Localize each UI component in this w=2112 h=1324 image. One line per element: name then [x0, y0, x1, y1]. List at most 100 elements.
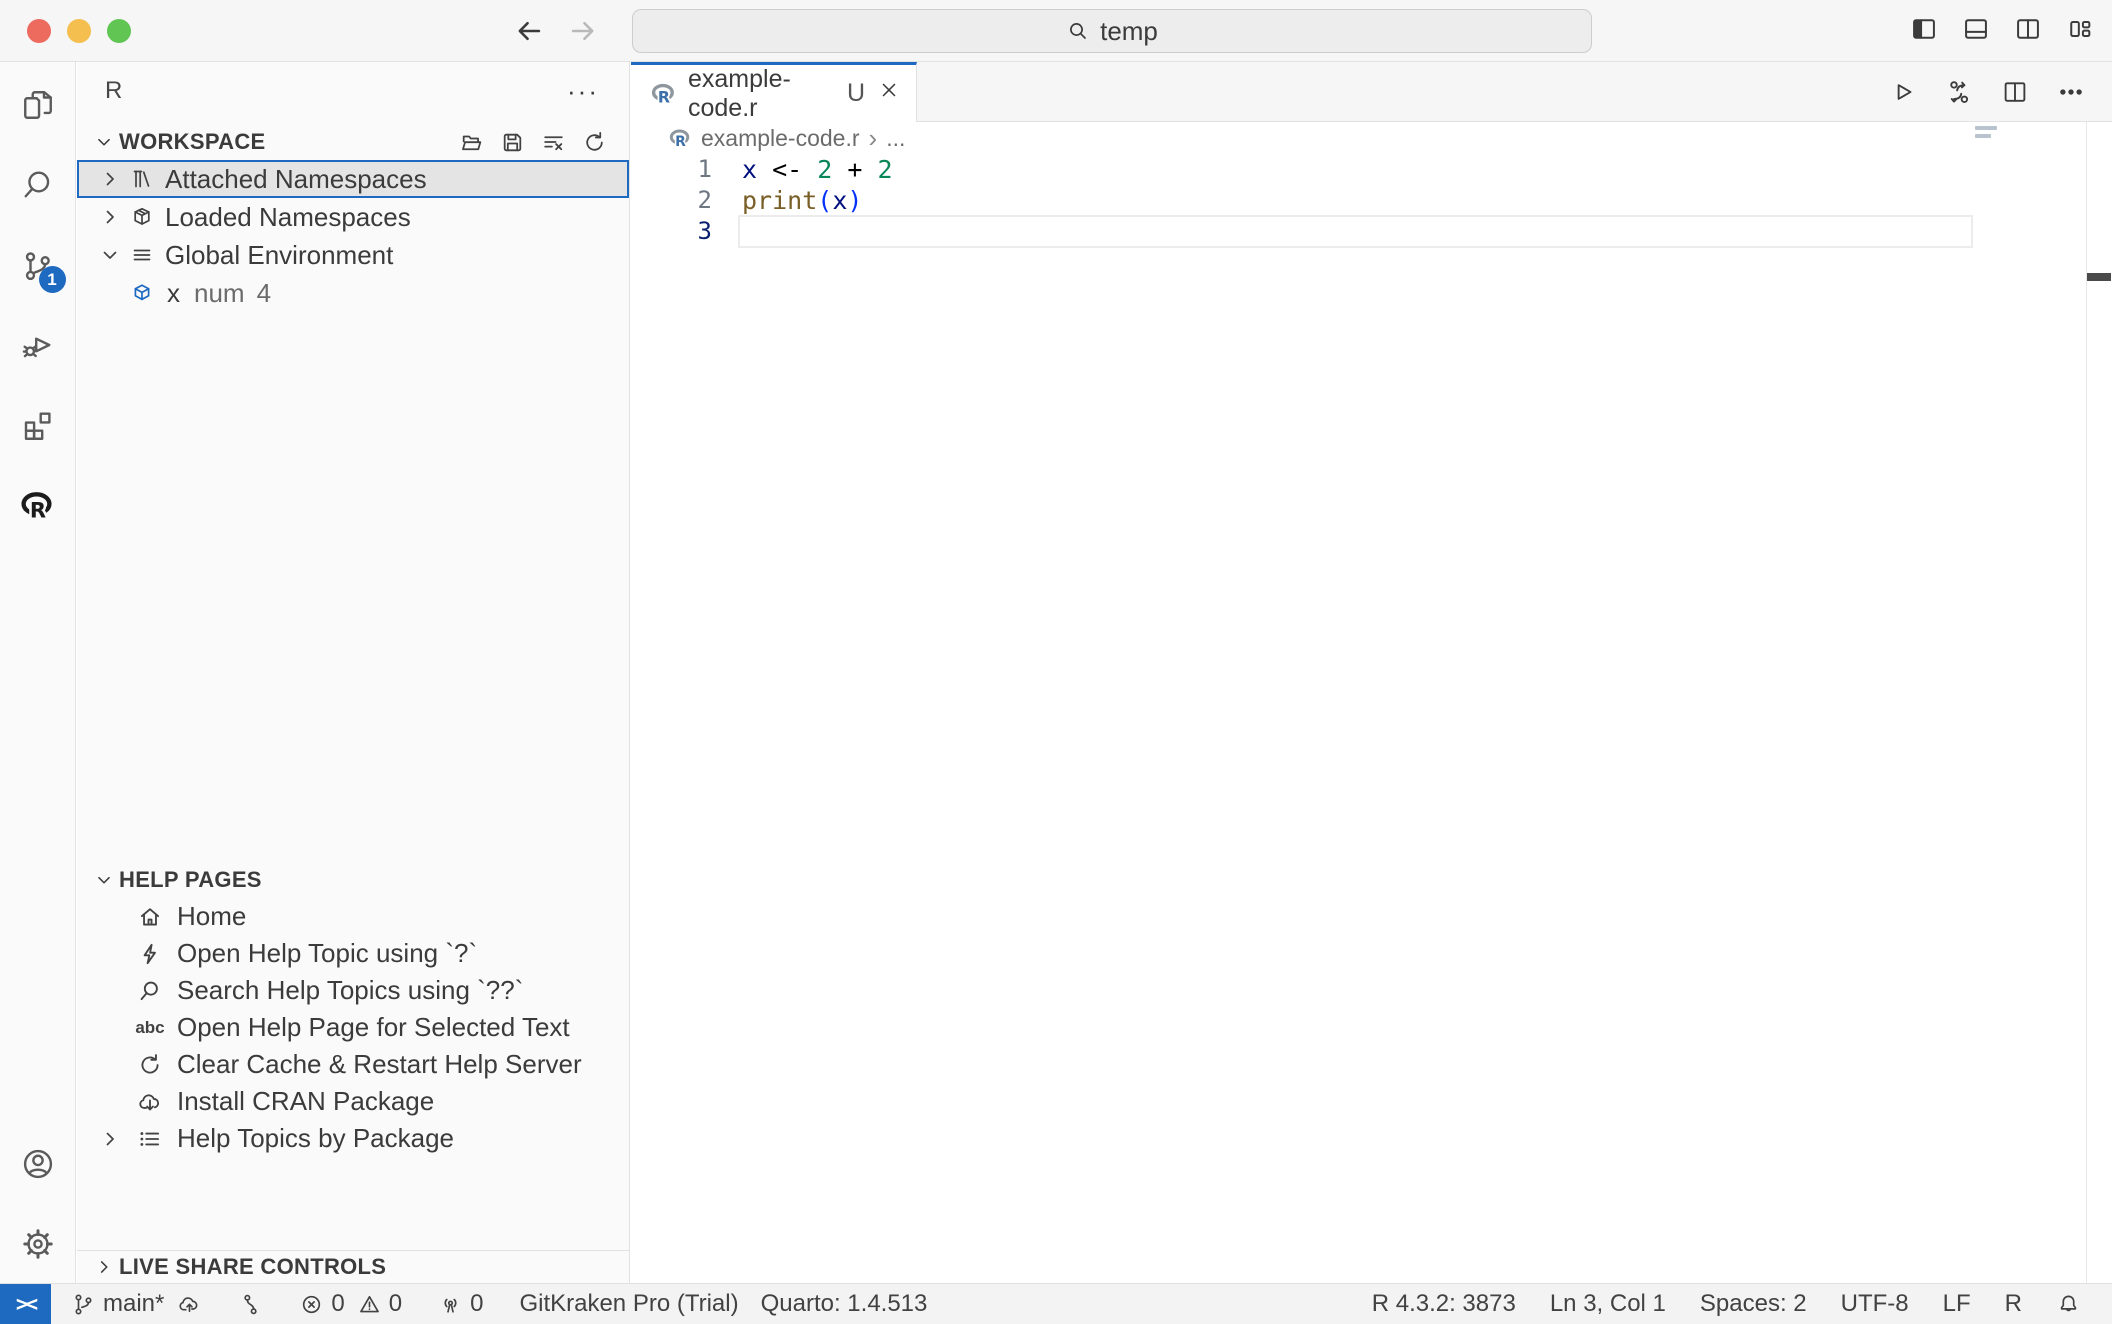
breadcrumb[interactable]: R example-code.r › ...: [631, 122, 2112, 154]
sidebar-more-actions-button[interactable]: ···: [567, 76, 599, 107]
error-count: 0: [331, 1290, 344, 1318]
accounts-button[interactable]: [14, 1140, 62, 1188]
close-window-button[interactable]: [27, 19, 51, 43]
command-center-search[interactable]: temp: [632, 9, 1592, 53]
tree-row-label: Attached Namespaces: [165, 164, 427, 195]
toggle-primary-sidebar-button[interactable]: [1910, 15, 1938, 48]
chevron-right-icon: [95, 1127, 125, 1151]
tree-row-global-environment[interactable]: Global Environment: [77, 236, 629, 274]
tab-strip: R example-code.r U: [631, 62, 2112, 122]
title-bar: temp: [0, 0, 2112, 62]
problems-status-item[interactable]: 0 0: [288, 1284, 413, 1324]
search-icon: [133, 978, 167, 1004]
tree-row-variable-x[interactable]: x num 4: [77, 274, 629, 312]
help-pages-header[interactable]: HELP PAGES: [77, 862, 629, 898]
help-item-topics-by-package[interactable]: Help Topics by Package: [77, 1120, 629, 1157]
tab-close-button[interactable]: [878, 79, 900, 108]
editor-group: R example-code.r U R example-code.r › ..…: [631, 62, 2112, 1283]
variable-value: 4: [257, 278, 271, 309]
split-editor-button[interactable]: [2000, 77, 2030, 107]
r-version-status-item[interactable]: R 4.3.2: 3873: [1355, 1284, 1533, 1324]
source-control-badge: 1: [39, 266, 66, 293]
tab-modified-indicator: U: [847, 79, 865, 108]
vertical-scrollbar[interactable]: [2086, 122, 2112, 1283]
run-debug-icon: [20, 327, 56, 363]
quarto-status-item[interactable]: Quarto: 1.4.513: [750, 1284, 939, 1324]
zoom-window-button[interactable]: [107, 19, 131, 43]
toggle-panel-button[interactable]: [1962, 15, 1990, 48]
refresh-icon[interactable]: [582, 130, 607, 155]
overview-ruler-cursor-mark: [2087, 273, 2111, 281]
warning-count: 0: [389, 1290, 402, 1318]
help-item-open-selected[interactable]: abc Open Help Page for Selected Text: [77, 1009, 629, 1046]
more-actions-button[interactable]: [2056, 77, 2086, 107]
zap-icon: [133, 941, 167, 967]
error-icon: [299, 1292, 324, 1317]
settings-button[interactable]: [14, 1220, 62, 1268]
tab-example-code[interactable]: R example-code.r U: [631, 62, 917, 122]
code-area[interactable]: 1 x <- 2 + 2 2 print(x) 3: [631, 154, 2086, 1283]
save-icon[interactable]: [500, 130, 525, 155]
chevron-down-icon: [95, 243, 125, 267]
notifications-bell-button[interactable]: [2039, 1284, 2098, 1324]
search-value: temp: [1100, 16, 1158, 47]
workspace-header[interactable]: WORKSPACE: [77, 124, 629, 160]
panel-right-icon: [2014, 15, 2042, 43]
customize-layout-button[interactable]: [2066, 15, 2094, 48]
help-item-open-topic[interactable]: Open Help Topic using `?`: [77, 935, 629, 972]
chevron-right-icon: [95, 167, 125, 191]
ports-status-item[interactable]: 0: [427, 1284, 494, 1324]
remote-indicator[interactable]: ><: [0, 1284, 51, 1324]
minimize-window-button[interactable]: [67, 19, 91, 43]
help-item-clear-cache[interactable]: Clear Cache & Restart Help Server: [77, 1046, 629, 1083]
chevron-right-icon: ›: [869, 123, 878, 154]
bell-icon: [2056, 1292, 2081, 1317]
open-folder-icon[interactable]: [459, 130, 484, 155]
activity-extensions[interactable]: [14, 402, 62, 450]
activity-r[interactable]: R: [14, 482, 62, 530]
help-item-home[interactable]: Home: [77, 898, 629, 935]
cursor-position-status-item[interactable]: Ln 3, Col 1: [1533, 1284, 1683, 1324]
activity-source-control[interactable]: 1: [14, 243, 62, 291]
language-mode-status-item[interactable]: R: [1988, 1284, 2039, 1324]
sidebar-title-row: R ···: [77, 62, 629, 120]
tree-row-loaded-namespaces[interactable]: Loaded Namespaces: [77, 198, 629, 236]
line-number: 1: [631, 154, 712, 185]
symbol-variable-cube-icon: [125, 281, 159, 305]
workspace-actions: [459, 130, 629, 155]
encoding-status-item[interactable]: UTF-8: [1824, 1284, 1926, 1324]
breadcrumb-file[interactable]: example-code.r: [701, 125, 860, 152]
gitkraken-status-item[interactable]: GitKraken Pro (Trial): [508, 1284, 749, 1324]
extensions-icon: [20, 408, 56, 444]
arrow-left-icon: [512, 14, 546, 48]
compare-changes-button[interactable]: [1944, 77, 1974, 107]
layout-controls: [1910, 0, 2094, 62]
tree-row-label: Global Environment: [165, 240, 393, 271]
live-share-section-header[interactable]: LIVE SHARE CONTROLS: [77, 1250, 629, 1283]
navigate-forward-button[interactable]: [565, 13, 601, 49]
minimap-line-mark: [1975, 134, 1991, 138]
activity-explorer[interactable]: [14, 81, 62, 129]
cloud-download-icon: [133, 1089, 167, 1115]
run-file-button[interactable]: [1888, 77, 1918, 107]
chevron-right-icon: [89, 1256, 119, 1278]
help-item-search-topics[interactable]: Search Help Topics using `??`: [77, 972, 629, 1009]
activity-run-debug[interactable]: [14, 321, 62, 369]
help-item-install-cran[interactable]: Install CRAN Package: [77, 1083, 629, 1120]
toggle-secondary-sidebar-button[interactable]: [2014, 15, 2042, 48]
package-icon: [125, 205, 159, 229]
menu-lines-icon: [125, 243, 159, 267]
breadcrumb-more[interactable]: ...: [886, 125, 905, 152]
ports-count: 0: [470, 1290, 483, 1318]
activity-search[interactable]: [14, 161, 62, 209]
search-icon: [20, 167, 56, 203]
panel-left-icon: [1910, 15, 1938, 43]
clear-all-icon[interactable]: [541, 130, 566, 155]
branch-status-item[interactable]: main*: [51, 1284, 213, 1324]
indentation-status-item[interactable]: Spaces: 2: [1683, 1284, 1824, 1324]
minimap[interactable]: [1975, 126, 1997, 142]
commit-graph-status-item[interactable]: [227, 1284, 274, 1324]
eol-status-item[interactable]: LF: [1926, 1284, 1988, 1324]
navigate-back-button[interactable]: [511, 13, 547, 49]
tree-row-attached-namespaces[interactable]: Attached Namespaces: [77, 160, 629, 198]
